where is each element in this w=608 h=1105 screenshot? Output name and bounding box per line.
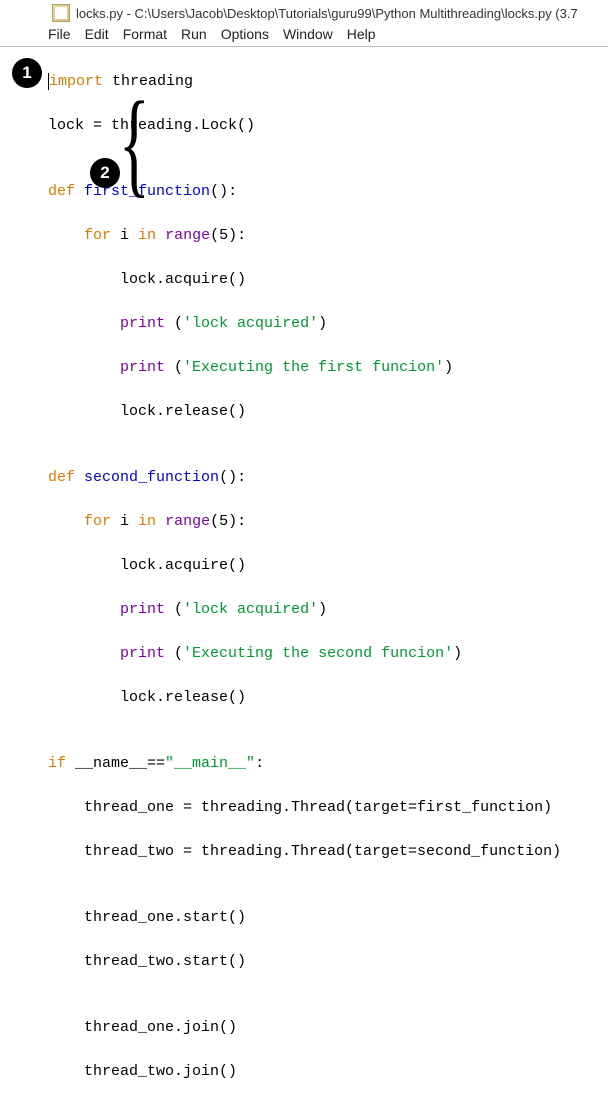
code-line: thread_one = threading.Thread(target=fir…: [48, 797, 608, 819]
menu-options[interactable]: Options: [221, 26, 269, 42]
code-line: thread_two.join(): [48, 1061, 608, 1083]
code-line: for i in range(5):: [48, 225, 608, 247]
code-line: def second_function():: [48, 467, 608, 489]
code-line: print ('Executing the second funcion'): [48, 643, 608, 665]
window-titlebar: locks.py - C:\Users\Jacob\Desktop\Tutori…: [0, 0, 608, 24]
code-line: lock.release(): [48, 401, 608, 423]
menu-format[interactable]: Format: [123, 26, 167, 42]
menu-help[interactable]: Help: [347, 26, 376, 42]
code-line: thread_one.start(): [48, 907, 608, 929]
menu-bar[interactable]: File Edit Format Run Options Window Help: [0, 24, 608, 46]
code-line: for i in range(5):: [48, 511, 608, 533]
code-line: lock.release(): [48, 687, 608, 709]
code-line: thread_two.start(): [48, 951, 608, 973]
window-title: locks.py - C:\Users\Jacob\Desktop\Tutori…: [76, 6, 578, 21]
code-line: print ('lock acquired'): [48, 313, 608, 335]
code-line: lock.acquire(): [48, 555, 608, 577]
annotation-badge-1: 1: [12, 58, 42, 88]
code-line: lock.acquire(): [48, 269, 608, 291]
code-line: print ('lock acquired'): [48, 599, 608, 621]
code-line: print ('Executing the first funcion'): [48, 357, 608, 379]
annotation-badge-2: 2: [90, 158, 120, 188]
python-file-icon: [52, 4, 70, 22]
menu-window[interactable]: Window: [283, 26, 333, 42]
code-line: thread_one.join(): [48, 1017, 608, 1039]
curly-brace-icon: {: [119, 84, 150, 202]
code-line: thread_two = threading.Thread(target=sec…: [48, 841, 608, 863]
menu-file[interactable]: File: [48, 26, 71, 42]
code-line: if __name__=="__main__":: [48, 753, 608, 775]
menu-run[interactable]: Run: [181, 26, 207, 42]
menu-edit[interactable]: Edit: [85, 26, 109, 42]
